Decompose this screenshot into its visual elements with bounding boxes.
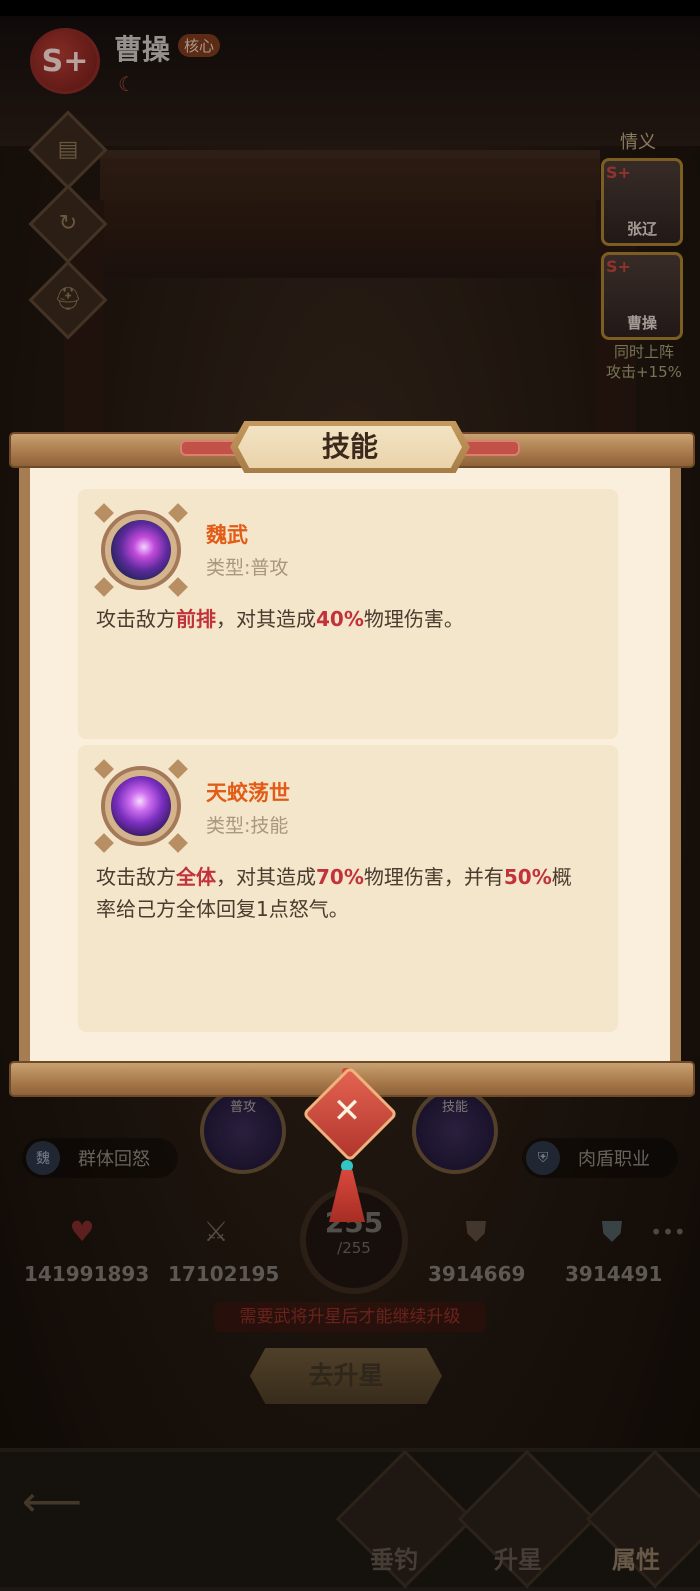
skill-art bbox=[111, 520, 171, 580]
desc-highlight: 全体 bbox=[176, 865, 216, 889]
frame-spike bbox=[94, 833, 114, 853]
skill-card: 魏武 类型:普攻 攻击敌方前排，对其造成40%物理伤害。 bbox=[78, 489, 618, 739]
skill-icon-tianjiao bbox=[94, 759, 188, 853]
frame-spike bbox=[168, 503, 188, 523]
skill-art bbox=[111, 776, 171, 836]
skill-icon-weiwu bbox=[94, 503, 188, 597]
desc-text: ，对其造成 bbox=[216, 865, 316, 889]
desc-highlight: 50% bbox=[503, 865, 552, 889]
skill-description: 攻击敌方前排，对其造成40%物理伤害。 bbox=[96, 603, 578, 635]
frame-spike bbox=[94, 759, 114, 779]
desc-text: 物理伤害。 bbox=[363, 607, 464, 631]
modal-title: 技能 bbox=[321, 430, 378, 463]
frame-spike bbox=[168, 833, 188, 853]
skill-type: 类型:普攻 bbox=[206, 557, 289, 579]
frame-spike bbox=[168, 759, 188, 779]
desc-text: 攻击敌方 bbox=[96, 607, 176, 631]
desc-highlight: 前排 bbox=[176, 607, 216, 631]
frame-spike bbox=[168, 577, 188, 597]
desc-text: 物理伤害，并有 bbox=[363, 865, 504, 889]
title-plaque: 技能 bbox=[230, 421, 470, 473]
desc-highlight: 70% bbox=[316, 865, 364, 889]
skill-name: 魏武 bbox=[206, 523, 248, 547]
desc-highlight: 40% bbox=[316, 607, 364, 631]
skill-description: 攻击敌方全体，对其造成70%物理伤害，并有50%概率给己方全体回复1点怒气。 bbox=[96, 861, 578, 925]
close-icon[interactable]: ✕ bbox=[316, 1080, 378, 1142]
skill-card: 天蛟荡世 类型:技能 攻击敌方全体，对其造成70%物理伤害，并有50%概率给己方… bbox=[78, 745, 618, 1032]
frame-spike bbox=[94, 577, 114, 597]
desc-text: 攻击敌方 bbox=[96, 865, 176, 889]
skill-name: 天蛟荡世 bbox=[206, 781, 290, 805]
desc-text: ，对其造成 bbox=[216, 607, 316, 631]
frame-spike bbox=[94, 503, 114, 523]
skill-type: 类型:技能 bbox=[206, 815, 289, 837]
